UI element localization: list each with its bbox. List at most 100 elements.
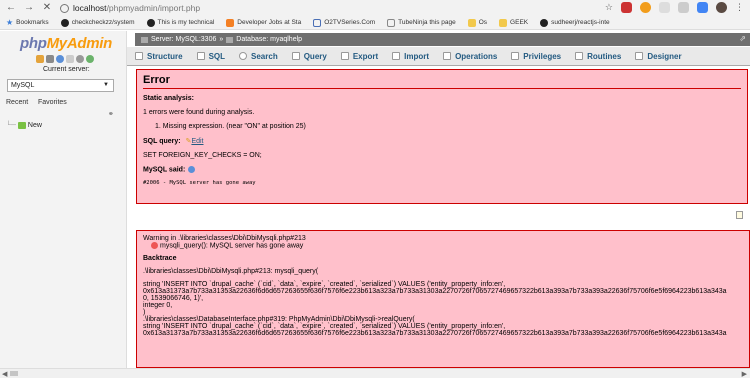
forward-icon[interactable]: → [22, 1, 36, 15]
new-database-icon [17, 122, 26, 129]
page-settings-icon[interactable] [736, 211, 743, 219]
bookmark-item[interactable]: checkcheckzz/system [60, 18, 135, 27]
tab-import[interactable]: Import [392, 52, 429, 61]
scroll-left-icon[interactable]: ◀ [2, 370, 7, 378]
errors-found-text: 1 errors were found during analysis. [143, 109, 255, 116]
extension-icon[interactable] [678, 2, 689, 13]
bookmark-item[interactable]: sudheerj/reactjs-inte [540, 18, 610, 27]
page-icon [313, 18, 322, 27]
backtrace-line: 0x613a31373a7b733a31353a22636f6d6d657263… [143, 330, 727, 338]
favorites-tab[interactable]: Favorites [38, 99, 67, 106]
folder-icon [467, 18, 476, 27]
mysql-error-code: #2006 - MySQL server has gone away [143, 180, 256, 187]
bookmark-item[interactable]: TubeNinja this page [387, 18, 456, 27]
tab-operations[interactable]: Operations [443, 52, 497, 61]
current-server-label: Current server: [43, 66, 90, 73]
tab-privileges[interactable]: Privileges [511, 52, 561, 61]
bookmark-item[interactable]: O2TVSeries.Com [313, 18, 375, 27]
static-analysis-heading: Static analysis: [143, 95, 194, 102]
new-database-item[interactable]: └─ New [6, 122, 42, 129]
bookmark-item[interactable]: This is my technical [146, 18, 214, 27]
tab-structure[interactable]: Structure [135, 52, 183, 61]
bookmark-item[interactable]: ★ Bookmarks [6, 18, 49, 27]
extension-icon[interactable] [640, 2, 651, 13]
tab-sql[interactable]: SQL [196, 52, 225, 61]
extension-icon[interactable] [697, 2, 708, 13]
link-icon[interactable]: ⚭ [108, 110, 114, 118]
star-icon: ★ [6, 18, 14, 27]
bookmark-star-icon[interactable]: ☆ [605, 2, 613, 13]
menu-icon[interactable]: ⋮ [735, 2, 744, 13]
warning-icon [151, 242, 158, 249]
structure-icon [135, 52, 143, 60]
tab-search[interactable]: Search [239, 52, 278, 61]
help-icon[interactable] [56, 55, 64, 63]
scrollbar-thumb[interactable] [10, 371, 18, 376]
backtrace-line: ) [143, 309, 146, 317]
backtrace-line: .\libraries\classes\Dbi\DbiMysqli.php#21… [143, 268, 319, 276]
sql-query-label: SQL query: [143, 138, 181, 145]
breadcrumb-database[interactable]: Database: myaqlhelp [236, 36, 302, 43]
routines-icon [575, 52, 584, 60]
bookmark-item[interactable]: Developer Jobs at Sta [226, 18, 301, 27]
tab-query[interactable]: Query [291, 52, 327, 61]
backtrace-line: .\libraries\classes\DatabaseInterface.ph… [143, 316, 415, 324]
extension-icons: ☆ ⋮ [605, 2, 744, 13]
tab-routines[interactable]: Routines [575, 52, 621, 61]
extension-icon[interactable] [659, 2, 670, 13]
reload-icon[interactable] [86, 55, 94, 63]
docs-icon[interactable] [66, 55, 74, 63]
extension-icon[interactable] [621, 2, 632, 13]
warning-box: Warning in .\libraries\classes\Dbi\DbiMy… [136, 230, 750, 368]
bookmark-item[interactable]: GEEK [499, 18, 528, 27]
scroll-right-icon[interactable]: ▶ [742, 370, 747, 378]
horizontal-scrollbar[interactable]: ◀ ▶ [0, 368, 750, 378]
url-path: /phpmyadmin/import.php [106, 3, 201, 13]
chevron-down-icon: ▼ [103, 82, 109, 88]
phpmyadmin-logo[interactable]: phpMyAdmin [20, 35, 112, 52]
edit-link[interactable]: Edit [191, 138, 203, 145]
logout-icon[interactable] [46, 55, 54, 63]
folder-icon [499, 18, 508, 27]
sql-query-text: SET FOREIGN_KEY_CHECKS = ON; [143, 152, 262, 159]
stackoverflow-icon [226, 18, 235, 27]
server-select[interactable]: MySQL ▼ [7, 79, 114, 92]
query-icon [291, 52, 300, 60]
backtrace-line: string 'INSERT INTO `drupal_cache` (`cid… [143, 323, 506, 331]
url-field[interactable]: localhost/phpmyadmin/import.php [60, 2, 200, 15]
database-icon [226, 36, 234, 43]
error-box: Error Static analysis: 1 errors were fou… [136, 69, 748, 204]
close-icon[interactable]: ✕ [40, 1, 54, 15]
error-list-item: 1. Missing expression. (near "ON" at pos… [155, 123, 306, 130]
url-host: localhost [73, 3, 107, 13]
backtrace-line: 0, 1539066746, 1)', [143, 295, 204, 303]
info-icon[interactable] [60, 3, 69, 13]
nav-icons [36, 55, 94, 63]
backtrace-line: 0x613a31373a7b733a31353a22636f6d6d657263… [143, 288, 727, 296]
breadcrumb: Server: MySQL:3306 » Database: myaqlhelp… [135, 33, 750, 46]
collapse-icon[interactable]: ⇗ [739, 34, 746, 43]
breadcrumb-server[interactable]: Server: MySQL:3306 [151, 36, 216, 43]
backtrace-heading: Backtrace [143, 255, 177, 263]
top-menu-tabs: Structure SQL Search Query Export Import… [127, 47, 750, 66]
profile-avatar[interactable] [716, 2, 727, 13]
recent-tab[interactable]: Recent [6, 99, 28, 106]
back-icon[interactable]: ← [4, 1, 18, 15]
import-icon [392, 52, 401, 60]
home-icon[interactable] [36, 55, 44, 63]
mysql-said-label: MySQL said: [143, 166, 186, 174]
github-icon [540, 18, 549, 27]
warning-location: Warning in .\libraries\classes\Dbi\DbiMy… [143, 235, 306, 242]
warning-message: mysqli_query(): MySQL server has gone aw… [160, 242, 304, 250]
settings-icon[interactable] [76, 55, 84, 63]
github-icon [146, 18, 155, 27]
navigation-panel: phpMyAdmin Current server: MySQL ▼ Recen… [0, 31, 127, 368]
bookmark-item[interactable]: Os [467, 18, 487, 27]
page-icon [387, 18, 396, 27]
breadcrumb-separator: » [219, 36, 224, 43]
help-icon[interactable] [188, 166, 196, 173]
bookmarks-bar: ★ Bookmarks checkcheckzz/system This is m… [0, 16, 750, 30]
tree-line-icon: └─ [6, 122, 16, 129]
tab-designer[interactable]: Designer [635, 52, 682, 61]
tab-export[interactable]: Export [340, 52, 378, 61]
